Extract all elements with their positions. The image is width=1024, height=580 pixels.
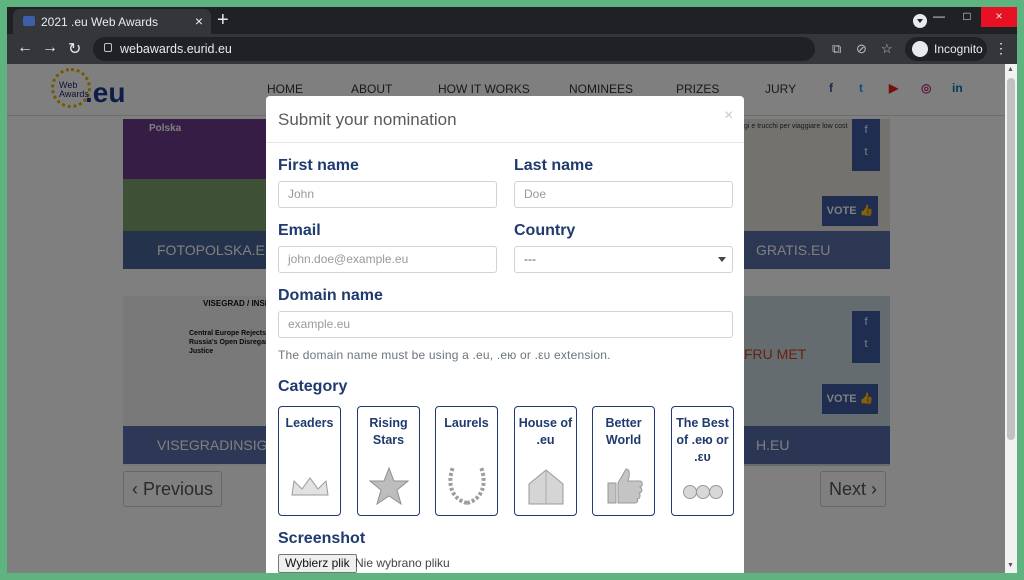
domain-input[interactable]: example.eu (278, 311, 733, 338)
first-name-input[interactable]: John (278, 181, 497, 208)
first-name-label: First name (278, 157, 359, 174)
divider (266, 142, 744, 143)
translate-icon[interactable]: ⧉ (832, 41, 841, 57)
category-best-of-cyrillic-greek[interactable]: The Best of .ею or .ευ (671, 406, 734, 516)
browser-menu-icon[interactable]: ⋮ (994, 40, 1008, 57)
back-icon[interactable]: ← (17, 39, 33, 57)
browser-window: 2021 .eu Web Awards × + — □ × ← → ↻ weba… (7, 7, 1017, 573)
file-status: Nie wybrano pliku (355, 556, 450, 570)
category-name: The Best of .ею or .ευ (676, 416, 729, 464)
maximize-icon[interactable]: □ (953, 7, 981, 27)
last-name-input[interactable]: Doe (514, 181, 733, 208)
screenshot-label: Screenshot (278, 530, 366, 547)
three-globes-icon (672, 477, 733, 507)
country-select[interactable]: --- (514, 246, 733, 273)
tab-strip: 2021 .eu Web Awards × + — □ × (7, 7, 1017, 34)
reload-icon[interactable]: ↻ (68, 39, 81, 59)
browser-toolbar: ← → ↻ webawards.eurid.eu ⧉ ⊘ ☆ Incognito… (7, 34, 1017, 64)
choose-file-button[interactable]: Wybierz plik (278, 554, 357, 573)
address-bar[interactable]: webawards.eurid.eu (93, 37, 815, 61)
category-laurels[interactable]: Laurels (435, 406, 498, 516)
country-label: Country (514, 222, 576, 239)
tracking-blocked-icon[interactable]: ⊘ (856, 41, 867, 57)
crown-icon (279, 465, 340, 507)
incognito-icon (912, 41, 928, 57)
category-name: Laurels (444, 416, 489, 430)
browser-tab[interactable]: 2021 .eu Web Awards × (13, 9, 211, 34)
nomination-modal: Submit your nomination × First name John… (266, 96, 744, 573)
lock-icon[interactable] (104, 43, 112, 52)
category-name: Rising Stars (369, 416, 408, 447)
category-name: House of .eu (518, 416, 573, 447)
new-tab-icon[interactable]: + (217, 9, 229, 32)
category-name: Better World (605, 416, 642, 447)
domain-label: Domain name (278, 287, 383, 304)
bookmark-star-icon[interactable]: ☆ (881, 41, 893, 57)
house-icon (515, 465, 576, 507)
last-name-label: Last name (514, 157, 594, 174)
favicon-icon (23, 16, 35, 26)
modal-title: Submit your nomination (278, 110, 457, 129)
domain-help-text: The domain name must be using a .eu, .ею… (278, 348, 611, 362)
web-page: WebAwards .eu HOME ABOUT HOW IT WORKS NO… (7, 64, 1017, 573)
incognito-badge[interactable]: Incognito (905, 37, 987, 61)
category-name: Leaders (285, 416, 334, 430)
url-text: webawards.eurid.eu (120, 42, 232, 56)
country-value: --- (524, 252, 536, 266)
tab-close-icon[interactable]: × (195, 13, 203, 29)
category-better-world[interactable]: Better World (592, 406, 655, 516)
category-label: Category (278, 378, 348, 395)
scroll-down-icon[interactable]: ▼ (1007, 562, 1014, 569)
category-leaders[interactable]: Leaders (278, 406, 341, 516)
email-label: Email (278, 222, 321, 239)
scroll-up-icon[interactable]: ▲ (1007, 66, 1014, 73)
forward-icon[interactable]: → (42, 39, 58, 57)
minimize-icon[interactable]: — (925, 7, 953, 27)
email-input[interactable]: john.doe@example.eu (278, 246, 497, 273)
chevron-down-icon (718, 257, 726, 262)
star-icon (358, 465, 419, 507)
laurel-wreath-icon (436, 459, 497, 507)
scroll-thumb[interactable] (1007, 78, 1015, 440)
window-close-icon[interactable]: × (981, 7, 1017, 27)
category-house-of-eu[interactable]: House of .eu (514, 406, 577, 516)
tab-title: 2021 .eu Web Awards (41, 15, 158, 29)
thumbs-up-icon (593, 465, 654, 507)
modal-close-icon[interactable]: × (724, 107, 733, 125)
category-rising-stars[interactable]: Rising Stars (357, 406, 420, 516)
incognito-label: Incognito (934, 42, 983, 56)
page-scrollbar[interactable]: ▲ ▼ (1005, 64, 1017, 573)
